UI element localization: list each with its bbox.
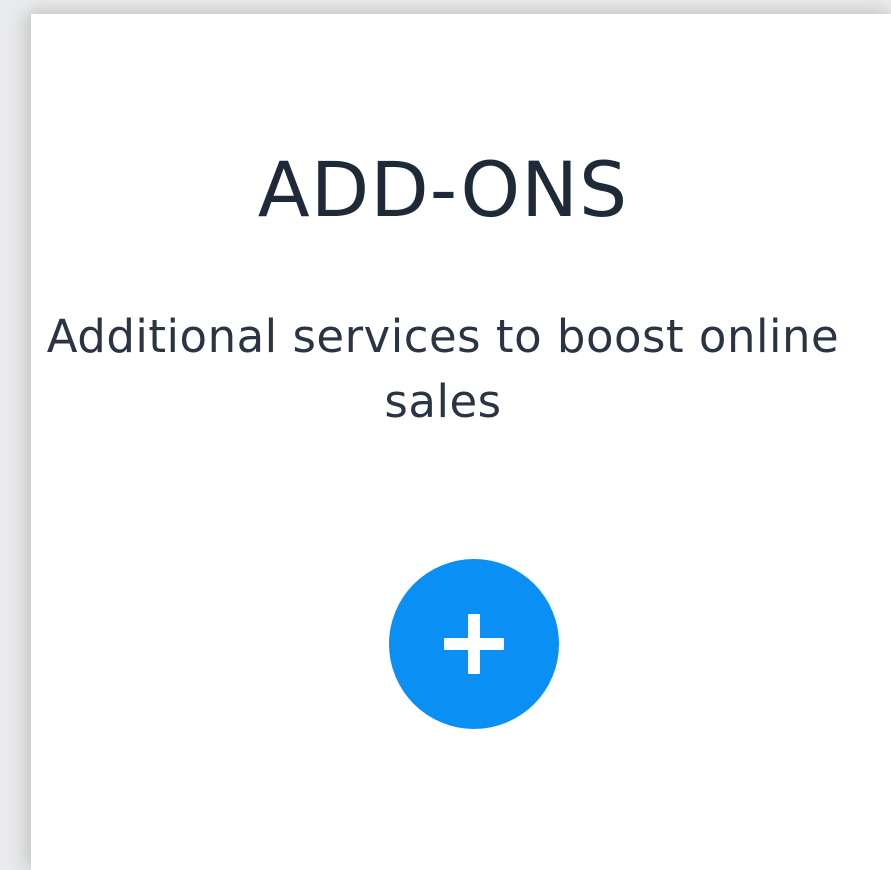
plus-icon [438,608,510,680]
add-button[interactable] [389,559,559,729]
addons-card: ADD-ONS Additional services to boost onl… [31,14,891,870]
card-title: ADD-ONS [257,145,629,234]
card-subtitle: Additional services to boost online sale… [46,310,840,429]
